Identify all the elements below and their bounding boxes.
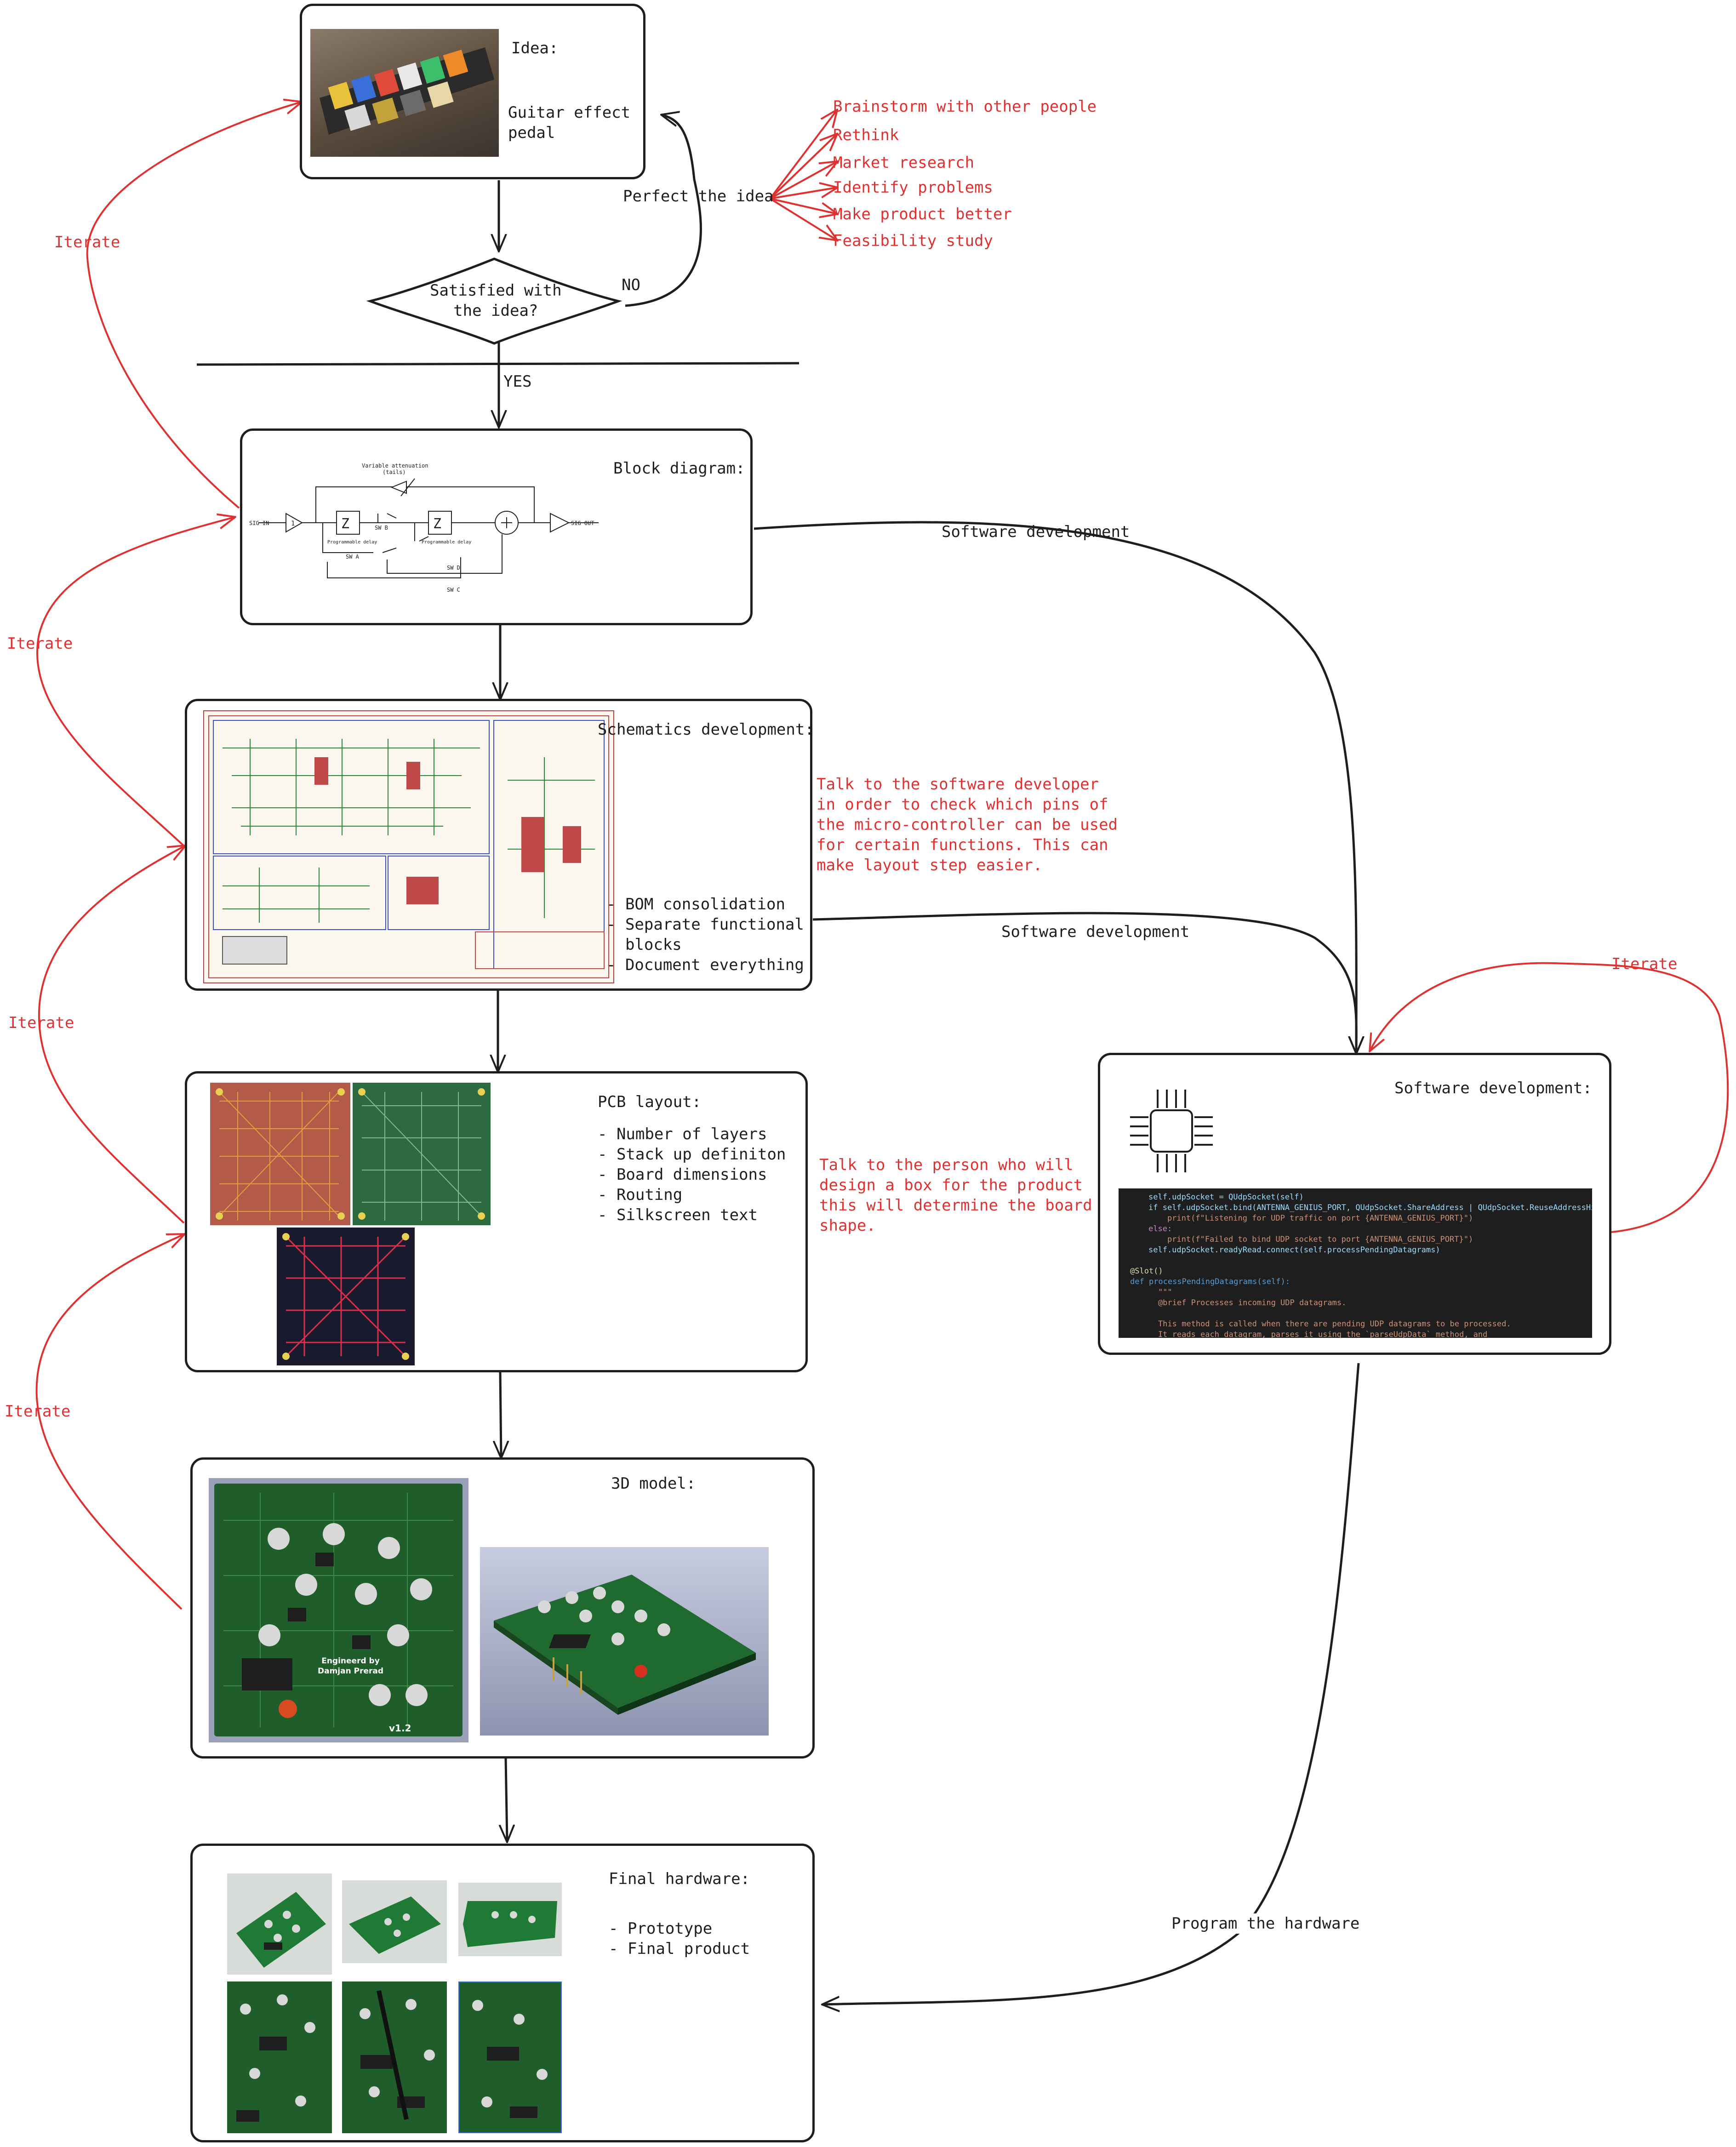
software-heading: Software development: [1394, 1079, 1592, 1097]
perfect-idea-fan [769, 110, 837, 240]
final-photo [458, 1883, 562, 1956]
model3d-box: Engineerd by Damjan Prerad v1.2 3D model… [190, 1457, 815, 1759]
schematics-note: Talk to the software developer in order … [817, 775, 1118, 874]
code-line: print(f"Listening for UDP traffic on por… [1148, 1214, 1473, 1223]
pcb-render-top-image: Engineerd by Damjan Prerad v1.2 [209, 1478, 468, 1742]
code-line: self.udpSocket.readyRead.connect(self.pr… [1148, 1245, 1440, 1255]
perfect-idea-item: Rethink [833, 126, 899, 144]
idea-text: Guitar effect pedal [508, 103, 631, 142]
perfect-idea-item: Feasibility study [833, 232, 993, 250]
sig-out-label: SIG OUT [571, 520, 594, 526]
perfect-idea-item: Identify problems [833, 178, 993, 197]
schematics-box: Schematics development: - BOM consolidat… [185, 699, 814, 991]
board-credit-text: Engineerd by Damjan Prerad [318, 1656, 384, 1676]
final-hardware-item: - Final product [609, 1940, 750, 1958]
block-diagram-drawing: Z Z 1 SIG IN SIG OUT Variable attenuatio… [249, 463, 599, 593]
sw-d-label: SW D [447, 565, 460, 571]
edge-label-software-dev: Software development [942, 523, 1130, 541]
pedalboard-photo [310, 29, 499, 157]
pcb-note: Talk to the person who will design a box… [819, 1156, 1092, 1235]
sw-c-label: SW C [447, 587, 460, 593]
code-line: @brief Processes incoming UDP datagrams. [1139, 1298, 1347, 1308]
code-line: self.udpSocket = QUdpSocket(self) [1148, 1193, 1304, 1202]
final-photo [227, 1981, 332, 2133]
perfect-idea-item: Market research [833, 154, 975, 172]
code-line: if self.udpSocket.bind(ANTENNA_GENIUS_PO… [1148, 1203, 1592, 1212]
pcb-bottom-layer-image [353, 1083, 491, 1225]
code-line: This method is called when there are pen… [1139, 1319, 1511, 1329]
code-snippet: self.udpSocket = QUdpSocket(self) if sel… [1119, 1188, 1592, 1338]
block-z: Z [341, 516, 349, 532]
pcb-item: - Silkscreen text [598, 1206, 758, 1224]
variable-attenuation-label: Variable attenuation [362, 463, 428, 469]
edge-label-software-dev: Software development [1001, 923, 1190, 941]
software-box: Software development: self.udpSocket = Q… [1098, 1053, 1611, 1355]
iterate-label: Iterate [1611, 955, 1678, 973]
board-version-text: v1.2 [389, 1723, 411, 1734]
sw-b-label: SW B [375, 525, 388, 531]
sw-a-label: SW A [346, 554, 360, 560]
final-photo [227, 1873, 332, 1975]
final-photo [458, 1981, 562, 2133]
pcb-top-layer-image [210, 1083, 350, 1225]
schematics-item: - Separate functional blocks [606, 915, 804, 954]
schematic-image [203, 710, 614, 983]
schematics-item: - Document everything [606, 956, 804, 974]
pcb-inner-layer-image [277, 1228, 415, 1365]
block-z: Z [433, 516, 441, 532]
arrow-pcb-3d [500, 1372, 501, 1457]
decision-text: Satisfied with the idea? [430, 281, 562, 320]
prog-delay-label: Programmable delay [327, 540, 377, 545]
pcb-item: - Number of layers [598, 1125, 767, 1143]
code-line: """ [1139, 1288, 1172, 1297]
edge-label-program-hardware: Program the hardware [1171, 1913, 1360, 1934]
iterate-3d-to-pcb [35, 1234, 184, 1610]
code-line: else: [1148, 1224, 1172, 1233]
schematics-list: - BOM consolidation - Separate functiona… [606, 894, 804, 975]
arrow-3d-final [506, 1758, 507, 1841]
final-hardware-item: - Prototype [609, 1919, 713, 1938]
pcb-item: - Routing [598, 1186, 683, 1204]
schematics-heading: Schematics development: [598, 720, 814, 739]
pcb-item: - Stack up definiton [598, 1145, 786, 1164]
pcb-item: - Board dimensions [598, 1165, 767, 1184]
microcontroller-icon [1130, 1090, 1213, 1172]
pcb-render-3d-image [480, 1547, 769, 1736]
decision-yes-label: YES [503, 372, 532, 391]
perfect-idea-label: Perfect the idea [623, 187, 774, 206]
pcb-box: PCB layout: - Number of layers - Stack u… [185, 1071, 808, 1372]
final-photo [342, 1880, 447, 1963]
iterate-pcb-to-schem [38, 846, 185, 1224]
iterate-label: Iterate [8, 1014, 74, 1032]
iterate-label: Iterate [7, 634, 73, 653]
model3d-heading: 3D model: [611, 1474, 696, 1493]
svg-text:(tails): (tails) [383, 469, 406, 475]
idea-heading: Idea: [511, 39, 559, 57]
pcb-list: - Number of layers - Stack up definiton … [598, 1124, 786, 1225]
final-hardware-heading: Final hardware: [609, 1870, 750, 1888]
code-line: @Slot() [1130, 1267, 1163, 1276]
iterate-label: Iterate [5, 1402, 71, 1421]
perfect-idea-item: Make product better [833, 205, 1012, 223]
final-photo [342, 1981, 447, 2133]
schematics-item: - BOM consolidation [606, 895, 785, 914]
block-one: 1 [291, 520, 295, 527]
idea-box: Idea: Guitar effect pedal [300, 4, 645, 179]
prog-delay-label: Programmable delay [422, 540, 471, 545]
code-line: def processPendingDatagrams(self): [1130, 1277, 1290, 1286]
block-diagram-box: Z Z 1 SIG IN SIG OUT Variable attenuatio… [240, 428, 753, 625]
iterate-label: Iterate [54, 233, 120, 251]
code-line: It reads each datagram, parses it using … [1139, 1330, 1488, 1338]
final-hardware-list: - Prototype - Final product [609, 1919, 750, 1959]
perfect-idea-item: Brainstorm with other people [833, 97, 1097, 116]
code-line: print(f"Failed to bind UDP socket to por… [1148, 1235, 1473, 1244]
block-diagram-heading: Block diagram: [613, 459, 745, 478]
sig-in-label: SIG IN [249, 520, 269, 526]
final-hardware-box: Final hardware: - Prototype - Final prod… [190, 1844, 815, 2142]
pcb-heading: PCB layout: [598, 1093, 702, 1111]
decision-no-label: NO [622, 276, 640, 294]
arrow-software-final [823, 1363, 1360, 2004]
